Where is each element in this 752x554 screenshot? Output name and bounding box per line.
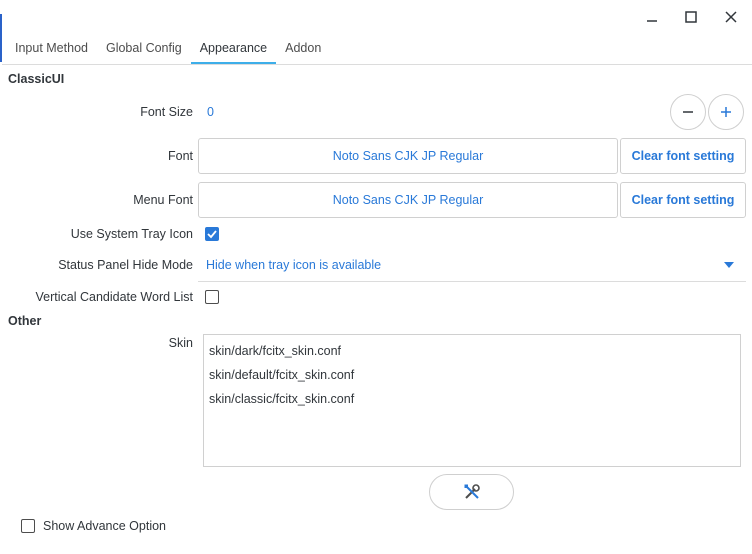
plus-icon <box>721 107 731 117</box>
close-button[interactable] <box>716 4 746 30</box>
tab-bar: Input Method Global Config Appearance Ad… <box>6 34 330 64</box>
tab-global-config[interactable]: Global Config <box>97 34 191 64</box>
tools-icon <box>464 484 480 499</box>
close-icon <box>725 11 737 23</box>
left-edge <box>0 0 2 554</box>
tray-icon-checkbox[interactable] <box>205 227 219 241</box>
show-advance-label: Show Advance Option <box>43 519 166 533</box>
maximize-icon <box>685 11 697 23</box>
skin-list[interactable]: skin/dark/fcitx_skin.conf skin/default/f… <box>203 334 741 467</box>
tray-icon-label: Use System Tray Icon <box>70 227 193 241</box>
decrease-font-size-button[interactable] <box>670 94 706 130</box>
tab-divider <box>2 64 752 65</box>
tab-input-method[interactable]: Input Method <box>6 34 97 64</box>
vertical-list-label: Vertical Candidate Word List <box>35 290 194 304</box>
show-advance-checkbox[interactable] <box>21 519 35 533</box>
dropdown-arrow-icon <box>724 262 734 268</box>
configure-skin-button[interactable] <box>429 474 514 510</box>
font-size-label: Font Size <box>140 105 193 119</box>
menu-font-label: Menu Font <box>133 193 193 207</box>
skin-item-dark[interactable]: skin/dark/fcitx_skin.conf <box>204 339 740 363</box>
tab-addon[interactable]: Addon <box>276 34 330 64</box>
tab-appearance[interactable]: Appearance <box>190 34 277 64</box>
minimize-button[interactable] <box>637 4 667 30</box>
font-label: Font <box>167 149 193 163</box>
minus-icon <box>683 111 693 113</box>
menu-font-select-button[interactable]: Noto Sans CJK JP Regular <box>198 182 618 218</box>
clear-font-button[interactable]: Clear font setting <box>620 138 746 174</box>
status-panel-label: Status Panel Hide Mode <box>58 258 193 272</box>
maximize-button[interactable] <box>676 4 706 30</box>
checkmark-icon <box>207 230 217 239</box>
status-panel-value: Hide when tray icon is available <box>206 258 382 272</box>
skin-label: Skin <box>168 336 193 350</box>
title-bar <box>0 0 752 34</box>
font-size-value[interactable]: 0 <box>207 105 214 119</box>
section-title-other: Other <box>8 314 42 328</box>
show-advance-option[interactable]: Show Advance Option <box>21 519 166 533</box>
minimize-icon <box>647 20 657 22</box>
clear-menu-font-button[interactable]: Clear font setting <box>620 182 746 218</box>
increase-font-size-button[interactable] <box>708 94 744 130</box>
section-title-classicui: ClassicUI <box>8 72 65 86</box>
skin-item-classic[interactable]: skin/classic/fcitx_skin.conf <box>204 387 740 411</box>
vertical-list-checkbox[interactable] <box>205 290 219 304</box>
font-select-button[interactable]: Noto Sans CJK JP Regular <box>198 138 618 174</box>
skin-item-default[interactable]: skin/default/fcitx_skin.conf <box>204 363 740 387</box>
status-panel-combobox[interactable]: Hide when tray icon is available <box>198 250 746 282</box>
